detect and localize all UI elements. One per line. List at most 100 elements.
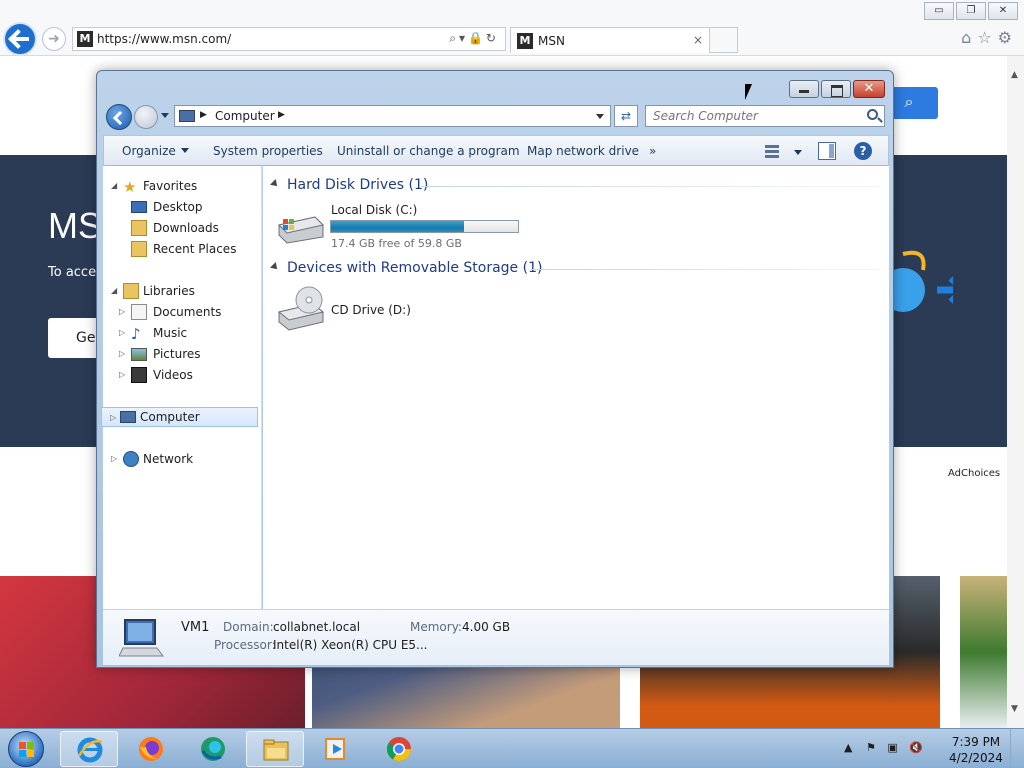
show-hidden-icons-icon[interactable]: ▲ (844, 741, 852, 754)
desktop-icon (131, 201, 147, 213)
view-options-dropdown-icon[interactable] (794, 150, 802, 155)
browser-tab-msn[interactable]: M MSN × (510, 27, 710, 53)
explorer-maximize-button[interactable] (821, 80, 851, 98)
taskbar: ▲ ⚑ ▣ 🔇 7:39 PM 4/2/2024 (0, 728, 1024, 768)
gear-icon[interactable]: ⚙ (998, 28, 1018, 47)
address-tools-icon[interactable]: ⌕▾🔒↻ (449, 31, 499, 46)
ad-choices-link[interactable]: AdChoices (948, 468, 1000, 479)
start-button[interactable] (8, 731, 44, 767)
browser-forward-button[interactable]: ➜ (42, 27, 66, 51)
explorer-close-button[interactable]: ✕ (853, 80, 885, 98)
nav-label: Libraries (143, 284, 195, 298)
explorer-search-box[interactable] (645, 105, 885, 127)
expanded-arrow-icon[interactable]: ◢ (111, 286, 117, 295)
show-desktop-button[interactable] (1010, 729, 1024, 768)
taskbar-firefox-button[interactable] (122, 731, 180, 767)
music-icon: ♪ (131, 325, 141, 343)
computer-icon (120, 411, 136, 423)
collapsed-arrow-icon[interactable]: ▷ (119, 349, 125, 358)
pictures-icon (131, 348, 147, 361)
collapsed-arrow-icon[interactable]: ▷ (119, 307, 125, 316)
change-view-icon[interactable] (764, 142, 782, 160)
documents-icon (131, 304, 147, 320)
breadcrumb-computer[interactable]: Computer (215, 109, 275, 123)
network-icon (123, 451, 139, 467)
collapsed-arrow-icon[interactable]: ▷ (110, 413, 116, 422)
edge-icon (201, 737, 225, 761)
taskbar-edge-button[interactable] (184, 731, 242, 767)
taskbar-explorer-button[interactable] (246, 731, 304, 767)
scroll-down-icon[interactable]: ▼ (1011, 704, 1018, 714)
browser-home-favorites-tools[interactable]: ⌂☆⚙ (961, 28, 1018, 47)
collapse-group-icon[interactable] (270, 262, 280, 272)
taskbar-chrome-button[interactable] (370, 731, 428, 767)
explorer-address-bar[interactable]: ▶ Computer ▶ (174, 105, 611, 127)
drive-name: Local Disk (C:) (331, 203, 418, 217)
system-properties-button[interactable]: System properties (213, 144, 323, 158)
tab-close-icon[interactable]: × (693, 33, 703, 47)
group-header-hard-disk[interactable]: Hard Disk Drives (1) (270, 177, 428, 193)
drive-item-local-disk[interactable]: Local Disk (C:) 17.4 GB free of 59.8 GB (275, 201, 525, 251)
map-network-drive-button[interactable]: Map network drive (527, 144, 639, 158)
explorer-forward-button[interactable] (134, 105, 158, 129)
new-tab-button[interactable] (710, 27, 738, 53)
collapsed-arrow-icon[interactable]: ▷ (111, 454, 117, 463)
libraries-icon (123, 283, 139, 299)
nav-item-downloads[interactable]: Downloads (127, 218, 261, 238)
collapse-group-icon[interactable] (270, 179, 280, 189)
nav-item-recent-places[interactable]: Recent Places (127, 239, 261, 259)
nav-label: Pictures (153, 347, 201, 361)
drive-item-cd-drive[interactable]: CD Drive (D:) (275, 284, 475, 334)
organize-button[interactable]: Organize (122, 144, 189, 158)
network-status-icon[interactable]: ▣ (887, 741, 897, 754)
taskbar-clock[interactable]: 7:39 PM 4/2/2024 (946, 734, 1006, 766)
domain-label: Domain: (223, 620, 274, 634)
taskbar-media-player-button[interactable] (308, 731, 366, 767)
breadcrumb-separator-icon[interactable]: ▶ (278, 110, 285, 120)
computer-icon (119, 619, 164, 657)
browser-scrollbar[interactable]: ▲ ▼ (1007, 56, 1024, 728)
volume-muted-icon[interactable]: 🔇 (909, 741, 923, 754)
browser-close-button[interactable]: ✕ (988, 2, 1018, 20)
preview-pane-icon[interactable] (818, 142, 836, 160)
nav-item-music[interactable]: ▷ ♪ Music (119, 323, 261, 343)
memory-value: 4.00 GB (462, 620, 511, 634)
refresh-button[interactable]: ⇄ (614, 105, 638, 127)
explorer-window[interactable]: ✕ ▶ Computer ▶ ⇄ Organize System propert… (96, 70, 894, 668)
breadcrumb-separator-icon[interactable]: ▶ (200, 110, 207, 120)
help-icon[interactable]: ? (854, 142, 872, 160)
collapsed-arrow-icon[interactable]: ▷ (119, 370, 125, 379)
explorer-minimize-button[interactable] (789, 80, 819, 98)
browser-restore-button[interactable]: ❐ (956, 2, 986, 20)
browser-minimize-button[interactable]: ▭ (924, 2, 954, 20)
nav-item-videos[interactable]: ▷ Videos (119, 365, 261, 385)
recent-pages-dropdown-icon[interactable] (161, 113, 169, 118)
nav-item-pictures[interactable]: ▷ Pictures (119, 344, 261, 364)
uninstall-program-button[interactable]: Uninstall or change a program (337, 144, 520, 158)
nav-item-desktop[interactable]: Desktop (127, 197, 261, 217)
action-center-flag-icon[interactable]: ⚑ (866, 741, 876, 754)
group-header-removable[interactable]: Devices with Removable Storage (1) (270, 260, 542, 276)
address-url[interactable]: https://www.msn.com/ (97, 32, 231, 46)
nav-item-favorites[interactable]: ◢ ★ Favorites (111, 176, 261, 196)
browser-address-bar[interactable]: M https://www.msn.com/ ⌕▾🔒↻ (72, 27, 506, 51)
star-icon[interactable]: ☆ (977, 28, 997, 47)
news-image-4[interactable] (960, 576, 1007, 728)
more-commands-button[interactable]: » (649, 144, 656, 158)
downloads-folder-icon (131, 220, 147, 236)
search-input[interactable] (646, 106, 856, 126)
nav-item-libraries[interactable]: ◢ Libraries (111, 281, 261, 301)
nav-item-documents[interactable]: ▷ Documents (119, 302, 261, 322)
browser-back-button[interactable] (3, 22, 37, 56)
collapsed-arrow-icon[interactable]: ▷ (119, 328, 125, 337)
nav-item-computer[interactable]: ▷ Computer (101, 407, 258, 427)
folder-icon (263, 739, 289, 761)
taskbar-ie-button[interactable] (60, 731, 118, 767)
expanded-arrow-icon[interactable]: ◢ (111, 181, 117, 190)
scroll-up-icon[interactable]: ▲ (1011, 70, 1018, 80)
explorer-back-button[interactable] (106, 104, 132, 130)
search-icon[interactable] (867, 109, 878, 120)
address-dropdown-icon[interactable] (596, 114, 604, 119)
home-icon[interactable]: ⌂ (961, 28, 977, 47)
nav-item-network[interactable]: ▷ Network (111, 449, 261, 469)
